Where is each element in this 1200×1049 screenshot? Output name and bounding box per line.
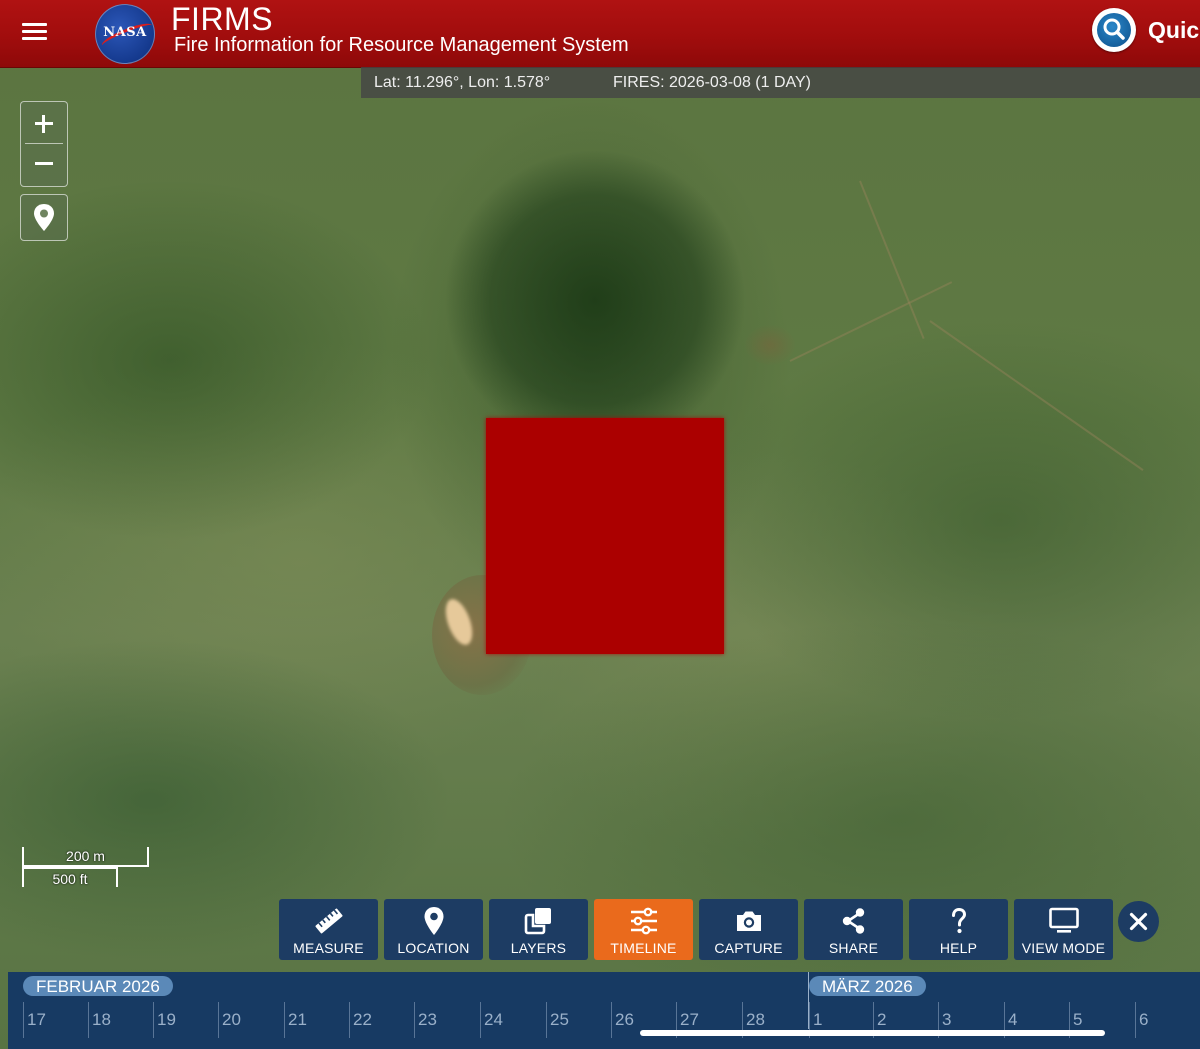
zoom-in-button[interactable]	[24, 105, 64, 142]
zoom-out-button[interactable]	[24, 145, 64, 182]
timeline-day[interactable]: 17	[23, 1002, 46, 1038]
layers-icon	[524, 908, 551, 935]
map-pin-icon	[424, 907, 444, 935]
app-header: NASA FIRMS Fire Information for Resource…	[0, 0, 1200, 68]
timeline-day[interactable]: 6	[1135, 1002, 1148, 1038]
timeline-day[interactable]: 23	[414, 1002, 437, 1038]
monitor-icon	[1049, 907, 1079, 933]
share-label: SHARE	[828, 940, 879, 956]
timeline-day[interactable]: 20	[218, 1002, 241, 1038]
hamburger-menu-icon	[22, 23, 47, 26]
map-track	[929, 320, 1144, 471]
measure-label: MEASURE	[293, 940, 364, 956]
share-icon	[842, 908, 865, 934]
location-label: LOCATION	[397, 940, 470, 956]
timeline-button[interactable]: TIMELINE	[594, 899, 693, 960]
close-toolbar-button[interactable]	[1118, 901, 1159, 942]
nasa-logo-text: NASA	[103, 25, 147, 40]
satellite-map[interactable]	[0, 0, 1200, 1049]
timeline-day[interactable]: 19	[153, 1002, 176, 1038]
hamburger-menu-icon	[22, 30, 47, 33]
view-mode-label: VIEW MODE	[1021, 940, 1106, 956]
map-track	[789, 281, 953, 362]
camera-icon	[737, 911, 761, 931]
hamburger-menu-button[interactable]	[22, 19, 48, 43]
map-track	[859, 180, 925, 339]
nasa-logo[interactable]: NASA	[95, 4, 155, 64]
capture-button[interactable]: CAPTURE	[699, 899, 798, 960]
minus-icon	[35, 162, 53, 165]
terrain-feature	[745, 325, 795, 365]
search-icon	[1092, 8, 1136, 52]
map-pin-icon	[34, 204, 54, 231]
question-icon	[952, 907, 967, 934]
locate-button[interactable]	[24, 198, 64, 237]
app-subtitle: Fire Information for Resource Management…	[174, 34, 629, 56]
help-label: HELP	[939, 940, 978, 956]
measure-button[interactable]: MEASURE	[279, 899, 378, 960]
timeline-label: TIMELINE	[610, 940, 677, 956]
location-button[interactable]: LOCATION	[384, 899, 483, 960]
share-button[interactable]: SHARE	[804, 899, 903, 960]
timeline-day[interactable]: 21	[284, 1002, 307, 1038]
map-status-bar: Lat: 11.296°, Lon: 1.578° FIRES: 2026-03…	[361, 67, 1200, 98]
quick-search-label: Quick	[1148, 17, 1200, 43]
capture-label: CAPTURE	[714, 940, 783, 956]
timeline-day[interactable]: 26	[611, 1002, 634, 1038]
app-title: FIRMS	[171, 1, 274, 37]
scale-bar-imperial: 500 ft	[22, 867, 118, 887]
layers-button[interactable]: LAYERS	[489, 899, 588, 960]
location-control	[20, 194, 68, 241]
sliders-icon	[631, 907, 657, 935]
date-timeline[interactable]: FEBRUAR 2026 MÄRZ 2026 17 18 19 20 21 22…	[8, 972, 1200, 1049]
ruler-icon	[315, 908, 343, 934]
close-icon	[1129, 912, 1148, 931]
month-label-march: MÄRZ 2026	[809, 976, 926, 996]
hamburger-menu-icon	[22, 37, 47, 40]
zoom-controls	[20, 101, 68, 187]
cursor-coordinates: Lat: 11.296°, Lon: 1.578°	[374, 74, 551, 91]
help-button[interactable]: HELP	[909, 899, 1008, 960]
layers-label: LAYERS	[510, 940, 567, 956]
timeline-day[interactable]: 24	[480, 1002, 503, 1038]
timeline-scrollbar[interactable]	[640, 1030, 1105, 1036]
fires-date-range[interactable]: FIRES: 2026-03-08 (1 DAY)	[613, 74, 811, 92]
timeline-day[interactable]: 18	[88, 1002, 111, 1038]
month-label-february: FEBRUAR 2026	[23, 976, 173, 996]
timeline-day[interactable]: 25	[546, 1002, 569, 1038]
fire-detection-pixel[interactable]	[486, 418, 724, 654]
view-mode-button[interactable]: VIEW MODE	[1014, 899, 1113, 960]
scale-bar-metric: 200 m	[22, 847, 149, 867]
timeline-day[interactable]: 22	[349, 1002, 372, 1038]
